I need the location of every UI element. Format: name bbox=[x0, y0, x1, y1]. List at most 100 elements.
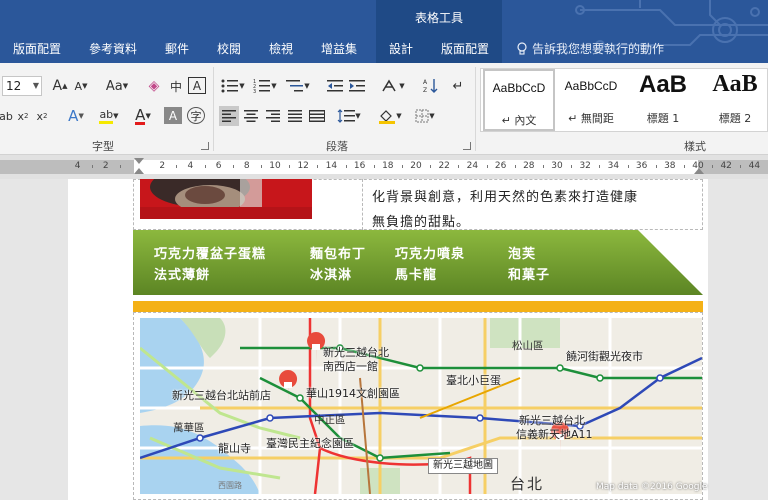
ruler-tick bbox=[542, 165, 544, 168]
tab-mailings[interactable]: 郵件 bbox=[165, 40, 189, 57]
right-indent-marker-icon[interactable] bbox=[694, 168, 704, 174]
ruler-number: 24 bbox=[466, 161, 479, 171]
map-attribution: Map data ©2016 Google bbox=[596, 482, 708, 492]
distributed-icon[interactable] bbox=[307, 106, 327, 126]
strikethrough-icon[interactable]: ab bbox=[0, 106, 13, 126]
map-callout: 新光三越地圖 bbox=[428, 458, 498, 474]
tell-me-box[interactable]: 告訴我您想要執行的動作 bbox=[516, 40, 664, 57]
map-label-memorial: 臺灣民主紀念園區 bbox=[266, 437, 354, 450]
svg-text:A: A bbox=[423, 79, 428, 86]
align-right-icon[interactable] bbox=[263, 106, 283, 126]
sort-icon[interactable]: AZ bbox=[421, 76, 441, 96]
first-line-indent-marker-icon[interactable] bbox=[134, 158, 144, 164]
font-dialog-launcher-icon[interactable] bbox=[201, 142, 209, 150]
font-color-icon[interactable]: A ▼ bbox=[129, 106, 157, 126]
subscript-icon[interactable]: x2 bbox=[15, 106, 31, 126]
clear-formatting-icon[interactable]: ◈ bbox=[145, 76, 163, 96]
align-center-icon[interactable] bbox=[241, 106, 261, 126]
ruler-number: 2 bbox=[159, 161, 166, 171]
tab-references[interactable]: 參考資料 bbox=[89, 40, 137, 57]
justify-icon[interactable] bbox=[285, 106, 305, 126]
style-heading-2-name: 標題 2 bbox=[718, 112, 752, 125]
increase-indent-icon[interactable] bbox=[347, 76, 367, 96]
dessert-menu-banner bbox=[133, 230, 703, 295]
character-shading-icon[interactable]: A bbox=[164, 107, 182, 124]
tab-layout[interactable]: 版面配置 bbox=[13, 40, 61, 57]
align-left-icon[interactable] bbox=[219, 106, 239, 126]
ruler-number: 26 bbox=[494, 161, 507, 171]
ruler-tick bbox=[655, 165, 657, 168]
bullets-icon[interactable]: ▼ bbox=[219, 76, 247, 96]
banner-item: 和菓子 bbox=[508, 268, 551, 283]
ruler-tick bbox=[317, 165, 319, 168]
tab-table-design[interactable]: 設計 bbox=[389, 40, 413, 57]
ruler-number: 44 bbox=[748, 161, 761, 171]
phonetic-guide-icon[interactable]: 中 bbox=[166, 76, 186, 96]
text-effects-icon[interactable]: A ▼ bbox=[62, 106, 90, 126]
ruler-tick bbox=[430, 165, 432, 168]
banner-item: 泡芙 bbox=[508, 247, 537, 262]
svg-text:3: 3 bbox=[253, 89, 256, 93]
ruler-number: 8 bbox=[243, 161, 250, 171]
google-map-image[interactable] bbox=[140, 318, 702, 494]
font-group-label: 字型 bbox=[92, 140, 114, 153]
ruler-margin-left bbox=[0, 160, 134, 174]
numbering-icon[interactable]: 1 2 3 ▼ bbox=[251, 76, 279, 96]
grow-font-icon[interactable]: A ▲ bbox=[51, 76, 69, 96]
ruler-number: 32 bbox=[579, 161, 591, 171]
map-label-taipei: 台北 bbox=[510, 475, 545, 493]
font-size-combo[interactable]: 12 ▼ bbox=[2, 76, 42, 96]
tab-review[interactable]: 校閱 bbox=[217, 40, 241, 57]
ruler-tick bbox=[740, 165, 742, 168]
tell-me-text: 告訴我您想要執行的動作 bbox=[532, 42, 665, 56]
map-graphic bbox=[140, 318, 702, 494]
horizontal-ruler[interactable]: 4 2 2 4 6 8 10 12 14 16 18 20 22 24 26 28 30 32 34 36 38 40 42… bbox=[0, 155, 768, 179]
paragraph-line-1: 化背景與創意，利用天然的色素來打造健康 bbox=[372, 190, 639, 205]
ruler-number: 18 bbox=[382, 161, 394, 171]
decrease-indent-icon[interactable] bbox=[325, 76, 345, 96]
line-spacing-icon[interactable]: ▼ bbox=[335, 106, 363, 126]
document-paragraph[interactable]: 化背景與創意，利用天然的色素來打造健康 無負擔的甜點。 bbox=[372, 185, 702, 235]
banner-item: 巧克力覆盆子蛋糕 bbox=[154, 247, 267, 262]
banner-item: 麵包布丁 bbox=[310, 247, 367, 262]
ruler-number: 16 bbox=[353, 161, 366, 171]
character-border-icon[interactable]: A bbox=[188, 77, 206, 94]
ruler-tick bbox=[119, 165, 121, 168]
ruler-tick bbox=[571, 165, 573, 168]
style-heading-1[interactable]: AaB 標題 1 bbox=[627, 69, 699, 131]
style-no-spacing[interactable]: AaBbCcD ↵ 無間距 bbox=[555, 69, 627, 131]
ruler-tick bbox=[712, 165, 714, 168]
ruler-tick bbox=[486, 165, 488, 168]
ruler-number: 28 bbox=[523, 161, 535, 171]
paragraph-dialog-launcher-icon[interactable] bbox=[463, 142, 471, 150]
hanging-indent-marker-icon[interactable] bbox=[134, 168, 144, 174]
change-case-icon[interactable]: Aa ▼ bbox=[102, 76, 132, 96]
styles-gallery: AaBbCcD ↵ 內文 AaBbCcD ↵ 無間距 AaB 標題 1 AaB … bbox=[480, 68, 768, 132]
multilevel-list-icon[interactable]: ▼ bbox=[284, 76, 312, 96]
map-label-huashan: 華山1914文創園區 bbox=[306, 387, 400, 400]
superscript-icon[interactable]: x2 bbox=[34, 106, 50, 126]
ruler-number: 2 bbox=[102, 161, 109, 171]
enclose-characters-icon[interactable]: 字 bbox=[187, 107, 205, 124]
asian-layout-icon[interactable]: ▼ bbox=[378, 76, 408, 96]
shading-icon[interactable]: ▼ bbox=[375, 106, 405, 126]
style-no-spacing-preview: AaBbCcD bbox=[564, 79, 618, 93]
shrink-font-icon[interactable]: A ▼ bbox=[72, 76, 90, 96]
borders-icon[interactable]: ▼ bbox=[410, 106, 440, 126]
lightbulb-icon bbox=[517, 41, 527, 55]
ruler-tick bbox=[91, 165, 93, 168]
style-normal-preview: AaBbCcD bbox=[492, 81, 546, 95]
style-normal-name: ↵ 內文 bbox=[501, 114, 537, 127]
map-label-station-north-2: 南西店一館 bbox=[323, 360, 378, 373]
paragraph-group-label: 段落 bbox=[326, 140, 348, 153]
style-normal[interactable]: AaBbCcD ↵ 內文 bbox=[483, 69, 555, 131]
show-formatting-marks-icon[interactable]: ↵ bbox=[449, 76, 467, 96]
map-label-xinyi-2: 信義新天地A11 bbox=[516, 428, 593, 441]
tab-view[interactable]: 檢視 bbox=[269, 40, 293, 57]
tab-table-layout[interactable]: 版面配置 bbox=[441, 40, 489, 57]
highlight-color-icon[interactable]: ab ▼ bbox=[94, 106, 124, 126]
style-heading-2[interactable]: AaB 標題 2 bbox=[699, 69, 768, 131]
ruler-tick bbox=[514, 165, 516, 168]
banner-item: 冰淇淋 bbox=[310, 268, 353, 283]
tab-addins[interactable]: 增益集 bbox=[321, 40, 357, 57]
